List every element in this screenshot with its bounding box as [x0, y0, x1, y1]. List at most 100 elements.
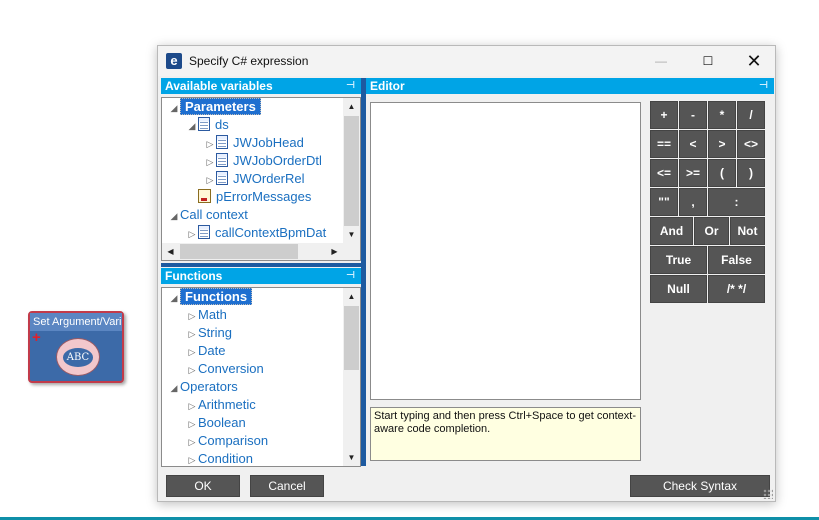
keypad-key[interactable]: +	[650, 101, 678, 129]
scroll-down-arrow-icon[interactable]: ▼	[343, 449, 360, 466]
dataset-icon	[198, 225, 210, 239]
expand-plus-icon[interactable]: +	[32, 330, 41, 345]
hscroll-thumb[interactable]	[180, 244, 298, 259]
title-bar[interactable]: e Specify C# expression — ☐ ✕	[158, 46, 775, 76]
expand-arrow-icon[interactable]: ▷	[204, 135, 216, 153]
keypad-key[interactable]: >	[708, 130, 736, 158]
scroll-thumb[interactable]	[344, 306, 359, 370]
keypad-key[interactable]: ==	[650, 130, 678, 158]
keypad-key[interactable]: False	[708, 246, 765, 274]
tree-item-label: Parameters	[180, 98, 261, 115]
scroll-up-arrow-icon[interactable]: ▲	[343, 288, 360, 305]
tree-item[interactable]: ▷ Conversion	[186, 360, 264, 378]
expand-arrow-icon[interactable]: ▷	[186, 343, 198, 361]
variables-hscrollbar[interactable]: ◀ ▶	[162, 243, 360, 260]
keypad-key[interactable]: :	[708, 188, 765, 216]
keypad-key[interactable]: <=	[650, 159, 678, 187]
tree-item[interactable]: ▷ JWOrderRel	[204, 170, 305, 188]
collapse-arrow-icon[interactable]: ◢	[168, 289, 180, 307]
tree-item[interactable]: ▷ Boolean	[186, 414, 246, 432]
functions-vscrollbar[interactable]: ▲ ▼	[343, 288, 360, 466]
keypad-key[interactable]: >=	[679, 159, 707, 187]
tree-item[interactable]: ◢ Parameters	[168, 98, 261, 116]
tree-item[interactable]: ▷ Comparison	[186, 432, 269, 451]
keypad-key[interactable]: (	[708, 159, 736, 187]
variables-vscrollbar[interactable]: ▲ ▼	[343, 98, 360, 243]
cancel-button[interactable]: Cancel	[250, 475, 324, 497]
dataset-icon	[198, 117, 210, 131]
keypad-key[interactable]: <	[679, 130, 707, 158]
tree-item[interactable]: ▷ Date	[186, 342, 226, 361]
tree-item[interactable]: ◢ Functions	[168, 288, 253, 307]
keypad-key[interactable]: And	[650, 217, 693, 245]
keypad-key[interactable]: Null	[650, 275, 707, 303]
set-argument-activity[interactable]: Set Argument/Vari + ABC	[28, 311, 124, 383]
keypad-key[interactable]: <>	[737, 130, 765, 158]
scroll-down-arrow-icon[interactable]: ▼	[343, 226, 360, 243]
expand-arrow-icon[interactable]: ▷	[186, 415, 198, 433]
collapse-arrow-icon[interactable]: ◢	[186, 117, 198, 135]
expand-arrow-icon[interactable]: ▷	[186, 325, 198, 343]
tree-item[interactable]: ▷ JWJobHead	[204, 134, 304, 152]
tree-item[interactable]: ▷ Condition	[186, 450, 253, 466]
minimize-button[interactable]: —	[638, 46, 684, 76]
keypad-key[interactable]: *	[708, 101, 736, 129]
pin-icon[interactable]: ⊣	[346, 78, 355, 94]
vertical-splitter[interactable]	[361, 78, 366, 466]
tree-item[interactable]: ▷ JWJobOrderDtl	[204, 152, 322, 170]
expand-arrow-icon[interactable]: ▷	[186, 225, 198, 243]
pin-icon[interactable]: ⊣	[759, 78, 768, 94]
pin-icon[interactable]: ⊣	[346, 268, 355, 284]
keypad-key[interactable]: Or	[694, 217, 729, 245]
abc-badge-icon: ABC	[56, 338, 100, 376]
expression-editor[interactable]	[370, 102, 641, 400]
scroll-right-arrow-icon[interactable]: ▶	[326, 243, 343, 260]
tree-item[interactable]: ◢ ds	[186, 116, 229, 134]
expand-arrow-icon[interactable]: ▷	[186, 433, 198, 451]
keypad-key[interactable]: ,	[679, 188, 707, 216]
editor-panel-header: Editor ⊣	[366, 78, 774, 94]
tree-item[interactable]: ▷ callContextBpmDat	[186, 224, 326, 242]
activity-title: Set Argument/Vari	[30, 313, 122, 331]
editor-panel-title: Editor	[370, 79, 405, 93]
close-button[interactable]: ✕	[731, 46, 777, 76]
tree-item[interactable]: pErrorMessages	[186, 188, 311, 206]
collapse-arrow-icon[interactable]: ◢	[168, 379, 180, 397]
maximize-button[interactable]: ☐	[685, 46, 731, 76]
scroll-left-arrow-icon[interactable]: ◀	[162, 243, 179, 260]
scroll-up-arrow-icon[interactable]: ▲	[343, 98, 360, 115]
variables-tree[interactable]: ▷ callContextBpmDat ◢ Call context pErrorMes…	[161, 97, 361, 261]
keypad-key[interactable]: /	[737, 101, 765, 129]
tree-item-label: Boolean	[198, 415, 246, 430]
horizontal-splitter[interactable]	[161, 263, 363, 267]
collapse-arrow-icon[interactable]: ◢	[168, 207, 180, 225]
keypad-key[interactable]: ""	[650, 188, 678, 216]
tree-item-label: ds	[215, 117, 229, 132]
expand-arrow-icon[interactable]: ▷	[186, 361, 198, 379]
expand-arrow-icon[interactable]: ▷	[204, 153, 216, 171]
keypad-key[interactable]: Not	[730, 217, 765, 245]
tree-item[interactable]: ▷ Arithmetic	[186, 396, 256, 414]
tree-item[interactable]: ▷ String	[186, 324, 232, 342]
table-icon	[216, 135, 228, 149]
functions-tree[interactable]: ▷ Condition ▷ Comparison ▷ Boolean ▷ Arithmetic…	[161, 287, 361, 467]
tree-item-label: Comparison	[198, 433, 269, 448]
tree-item-label: pErrorMessages	[216, 189, 312, 204]
keypad-key[interactable]: -	[679, 101, 707, 129]
collapse-arrow-icon[interactable]: ◢	[168, 99, 180, 117]
expand-arrow-icon[interactable]: ▷	[186, 451, 198, 466]
tree-item[interactable]: ▷ Math	[186, 306, 227, 324]
keypad-key[interactable]: /* */	[708, 275, 765, 303]
resize-grip[interactable]	[763, 489, 773, 499]
message-icon	[198, 189, 211, 203]
keypad-key[interactable]: True	[650, 246, 707, 274]
check-syntax-button[interactable]: Check Syntax	[630, 475, 770, 497]
expand-arrow-icon[interactable]: ▷	[186, 397, 198, 415]
ok-button[interactable]: OK	[166, 475, 240, 497]
tree-item[interactable]: ◢ Call context	[168, 206, 248, 224]
keypad-key[interactable]: )	[737, 159, 765, 187]
tree-item[interactable]: ◢ Operators	[168, 378, 238, 396]
scroll-thumb[interactable]	[344, 116, 359, 226]
expand-arrow-icon[interactable]: ▷	[186, 307, 198, 325]
expand-arrow-icon[interactable]: ▷	[204, 171, 216, 189]
